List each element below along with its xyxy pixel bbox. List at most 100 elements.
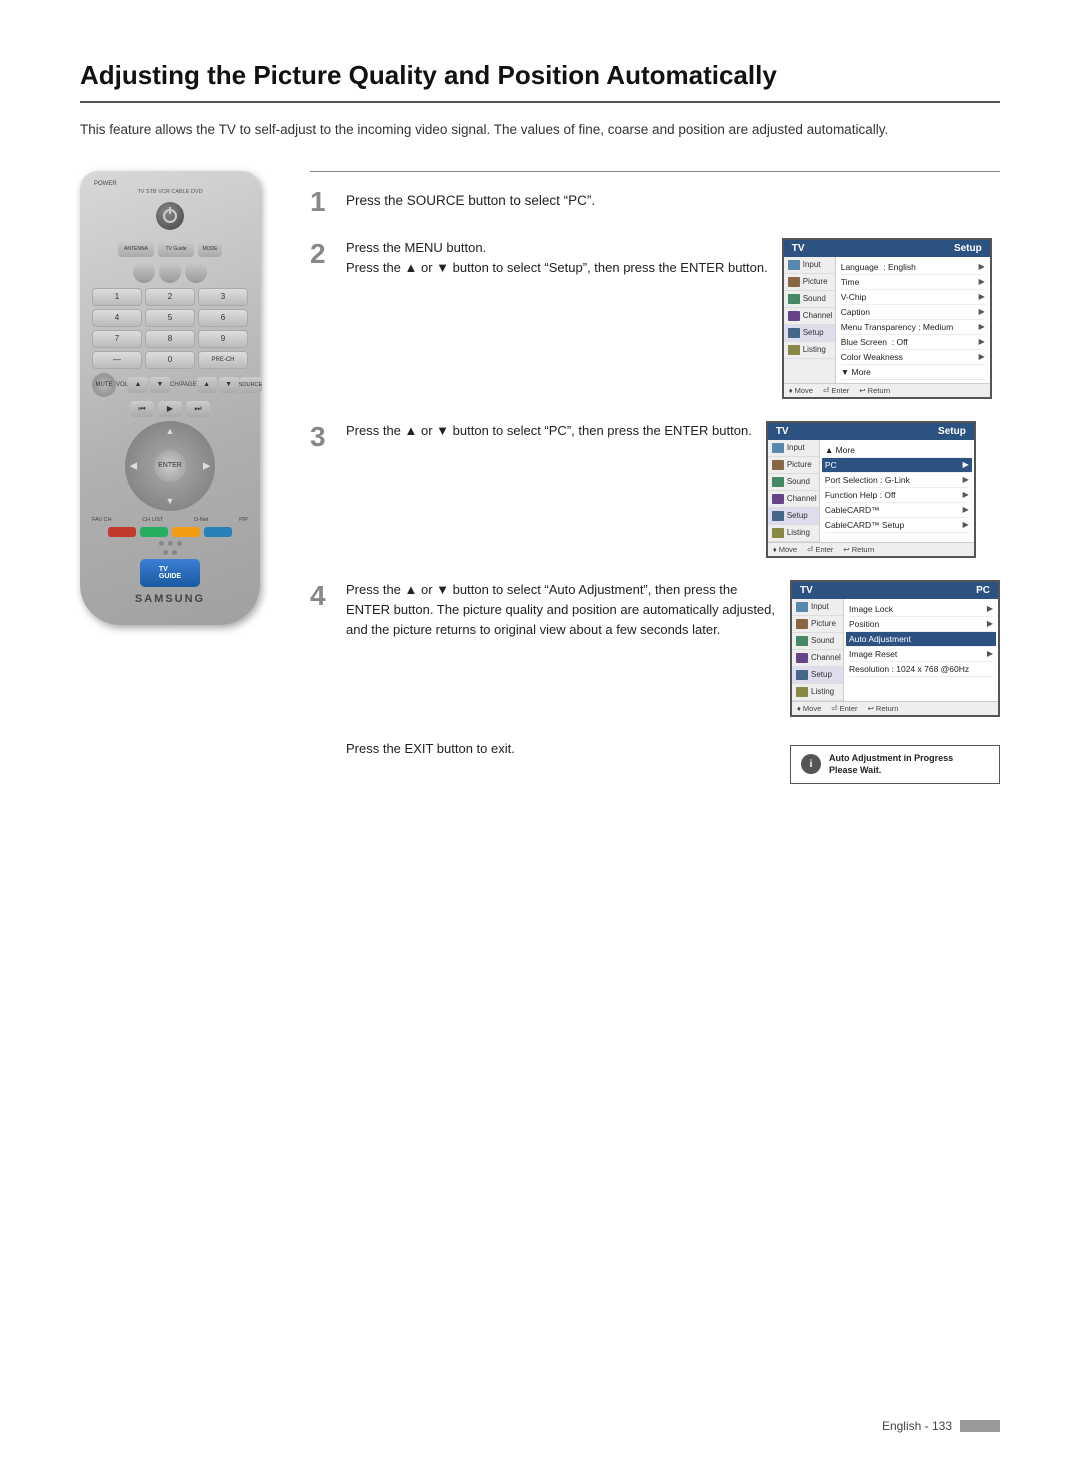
step-3-number: 3 [310, 423, 332, 451]
menu-resolution: Resolution : 1024 x 768 @60Hz [849, 662, 993, 677]
vol-up[interactable]: ▲ [128, 377, 148, 393]
sidebar-listing-1: Listing [784, 342, 835, 359]
power-label: POWER [94, 181, 117, 187]
steps-section: 1 Press the SOURCE button to select “PC”… [310, 171, 1000, 784]
nav-down-arrow[interactable]: ▼ [166, 496, 175, 506]
channel-icon-1 [788, 311, 800, 321]
sidebar-picture-1: Picture [784, 274, 835, 291]
play-button[interactable]: ▶ [158, 401, 182, 417]
blue-button[interactable] [204, 527, 232, 537]
sidebar-input-1: Input [784, 257, 835, 274]
menu-image-reset: Image Reset ▶ [849, 647, 993, 662]
pre-ch-btn[interactable]: PRE-CH [198, 351, 248, 369]
num-0[interactable]: 0 [145, 351, 195, 369]
tv-screen-2-sidebar: Input Picture Sound [768, 440, 820, 542]
fav-pip-labels: FAV CH CH LIST D-Net PIP [92, 517, 248, 523]
listing-icon-2 [772, 528, 784, 538]
info-icon: i [801, 754, 821, 774]
num-1[interactable]: 1 [92, 288, 142, 306]
fwd-button[interactable]: ⏭ [186, 401, 210, 417]
step-2-text-1: Press the MENU button. [346, 238, 768, 258]
exit-step: Press the EXIT button to exit. i Auto Ad… [310, 739, 1000, 784]
picture-icon-2 [772, 460, 784, 470]
tv-guide-button[interactable]: TV Guide [158, 241, 194, 257]
ch-up[interactable]: ▲ [197, 377, 217, 393]
channel-icon-3 [796, 653, 808, 663]
enter-button[interactable]: ENTER [154, 450, 186, 482]
remote-control: POWER TV STB VCR CABLE DVD ANTENNA TV Gu… [80, 171, 260, 625]
main-layout: POWER TV STB VCR CABLE DVD ANTENNA TV Gu… [80, 171, 1000, 784]
setup-icon-1 [788, 328, 800, 338]
num-5[interactable]: 5 [145, 309, 195, 327]
source-button[interactable]: SOURCE [239, 377, 263, 393]
step-4: 4 Press the ▲ or ▼ button to select “Aut… [310, 580, 1000, 717]
antenna-button[interactable]: ANTENNA [118, 241, 154, 257]
step-4-number: 4 [310, 582, 332, 610]
tv-guide-box[interactable]: TVGUIDE [140, 559, 200, 587]
sidebar-sound-2: Sound [768, 474, 819, 491]
tv-screen-3-sidebar: Input Picture Sound [792, 599, 844, 701]
listing-icon-1 [788, 345, 800, 355]
num-4[interactable]: 4 [92, 309, 142, 327]
exit-box-line2: Please Wait. [829, 764, 953, 777]
num-9[interactable]: 9 [198, 330, 248, 348]
vol-down[interactable]: ▼ [150, 377, 170, 393]
menu-transparency: Menu Transparency : Medium ▶ [841, 320, 985, 335]
channel-icon-2 [772, 494, 784, 504]
menu-blue-screen: Blue Screen : Off ▶ [841, 335, 985, 350]
tv-screen-1-body: Input Picture Sound [784, 257, 990, 383]
sidebar-channel-1: Channel [784, 308, 835, 325]
remote-wrap: POWER TV STB VCR CABLE DVD ANTENNA TV Gu… [80, 171, 280, 625]
num-3[interactable]: 3 [198, 288, 248, 306]
input-icon-3 [796, 602, 808, 612]
num-7[interactable]: 7 [92, 330, 142, 348]
round-btn-1[interactable] [133, 261, 155, 283]
red-button[interactable] [108, 527, 136, 537]
tv-screen-3-header: TV PC [792, 582, 998, 599]
nav-cluster: ▲ ▼ ◀ ▶ ENTER [125, 421, 215, 511]
ch-down[interactable]: ▼ [219, 377, 239, 393]
round-btn-3[interactable] [185, 261, 207, 283]
menu-position: Position ▶ [849, 617, 993, 632]
sidebar-listing-3: Listing [792, 684, 843, 701]
rewind-button[interactable]: ⏮ [130, 401, 154, 417]
step-2-content: Press the MENU button. Press the ▲ or ▼ … [346, 238, 1000, 399]
menu-auto-adjustment: Auto Adjustment [846, 632, 996, 647]
nav-right-arrow[interactable]: ▶ [203, 460, 210, 471]
numpad: 1 2 3 4 5 6 7 8 9 — 0 PRE-CH [92, 288, 248, 369]
page-footer-bar [960, 1420, 1000, 1432]
power-icon [163, 209, 177, 223]
sidebar-listing-2: Listing [768, 525, 819, 542]
tv-screen-2-main: ▲ More PC ▶ Port Selection : G-Link ▶ [820, 440, 974, 542]
input-icon-2 [772, 443, 784, 453]
page-content: Adjusting the Picture Quality and Positi… [0, 0, 1080, 864]
menu-vchip: V-Chip ▶ [841, 290, 985, 305]
round-btns-row [92, 261, 248, 283]
mute-button[interactable]: MUTE [92, 373, 116, 397]
num-8[interactable]: 8 [145, 330, 195, 348]
step-4-text: Press the ▲ or ▼ button to select “Auto … [346, 580, 776, 640]
green-button[interactable] [140, 527, 168, 537]
num-6[interactable]: 6 [198, 309, 248, 327]
nav-left-arrow[interactable]: ◀ [130, 460, 137, 471]
menu-more-down: ▼ More [841, 365, 985, 380]
tv-screen-1-title-label: TV [792, 243, 805, 254]
num-dash[interactable]: — [92, 351, 142, 369]
step-3: 3 Press the ▲ or ▼ button to select “PC”… [310, 421, 1000, 558]
round-btn-2[interactable] [159, 261, 181, 283]
power-button[interactable] [156, 202, 184, 230]
step-2-text-block: Press the MENU button. Press the ▲ or ▼ … [346, 238, 768, 278]
nav-ring[interactable]: ▲ ▼ ◀ ▶ ENTER [125, 421, 215, 511]
num-2[interactable]: 2 [145, 288, 195, 306]
tv-screen-3-title: PC [976, 585, 990, 596]
yellow-button[interactable] [172, 527, 200, 537]
step-2-text-2: Press the ▲ or ▼ button to select “Setup… [346, 258, 768, 278]
step-1: 1 Press the SOURCE button to select “PC”… [310, 186, 1000, 216]
input-icon-1 [788, 260, 800, 270]
step-3-text-block: Press the ▲ or ▼ button to select “PC”, … [346, 421, 752, 441]
listing-icon-3 [796, 687, 808, 697]
tv-screen-1-title: Setup [954, 243, 982, 254]
mode-button[interactable]: MODE [198, 241, 222, 257]
nav-up-arrow[interactable]: ▲ [166, 426, 175, 436]
tv-screen-1-sidebar: Input Picture Sound [784, 257, 836, 383]
